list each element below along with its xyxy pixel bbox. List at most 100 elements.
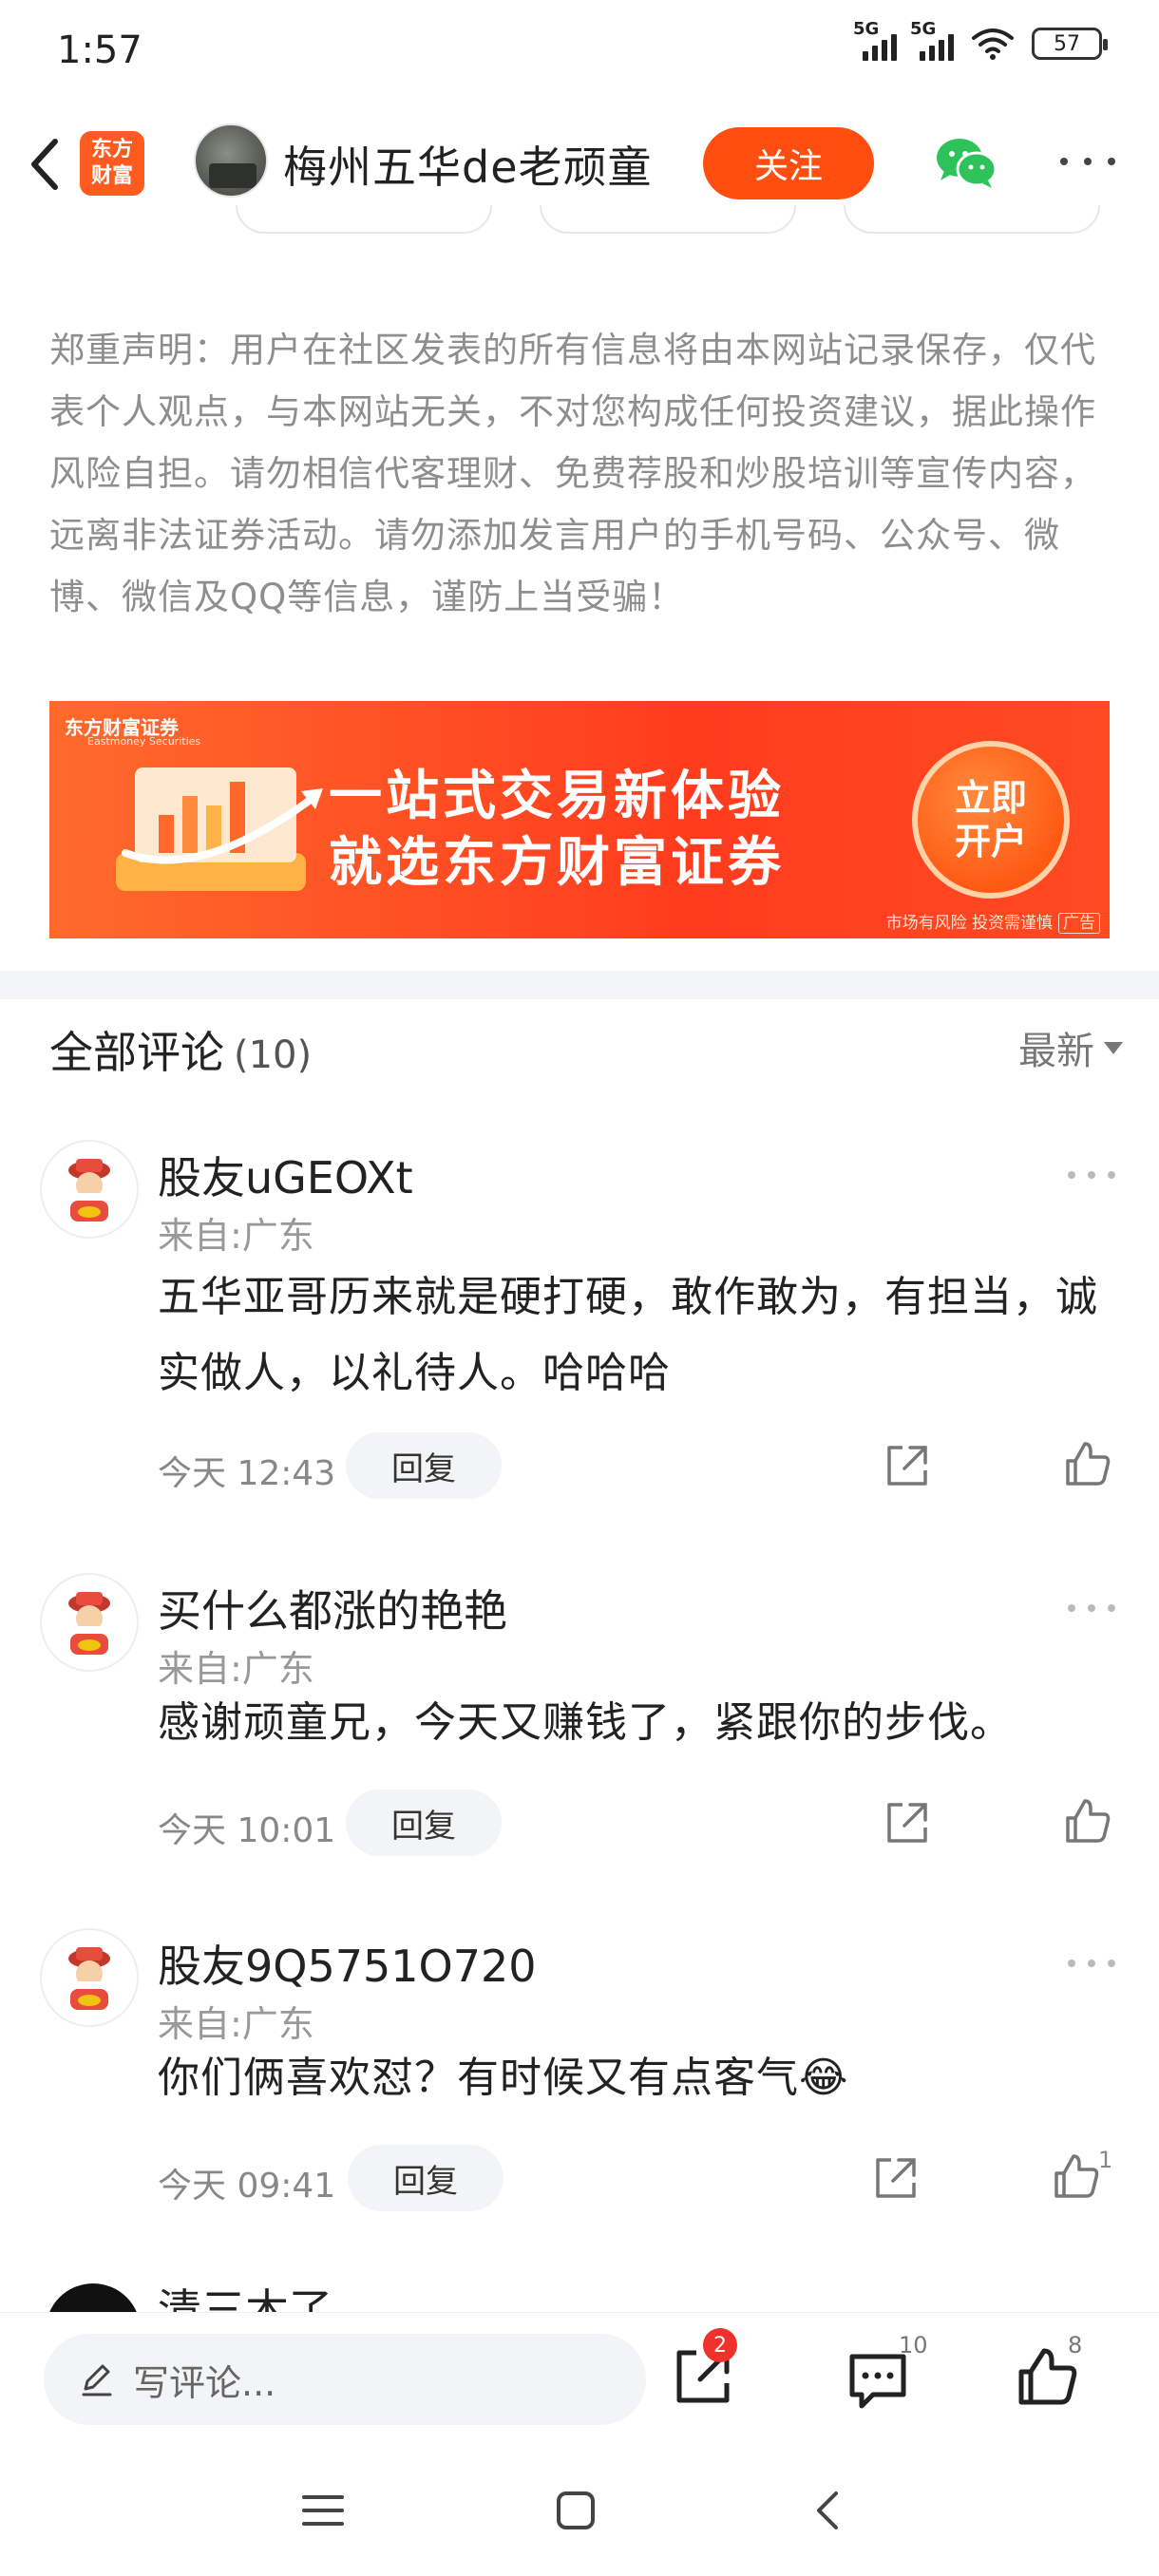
more-dot-icon <box>1060 158 1068 165</box>
status-time: 1:57 <box>57 28 142 72</box>
back-button[interactable] <box>17 131 74 198</box>
ad-risk-text: 市场有风险 投资需谨慎 <box>885 914 1053 933</box>
commenter-avatar[interactable] <box>40 1140 139 1239</box>
reply-button[interactable]: 回复 <box>348 2145 504 2211</box>
comment-more-button[interactable] <box>1068 1168 1115 1182</box>
ad-cta-text-2: 开户 <box>954 821 1027 862</box>
cellular-signal-icon: 5G <box>853 19 897 61</box>
reply-button[interactable]: 回复 <box>346 1432 502 1499</box>
more-options-button[interactable] <box>1054 142 1121 180</box>
write-comment-placeholder: 写评论... <box>133 2361 276 2404</box>
comments-count: (10) <box>234 1033 313 1077</box>
more-dot-icon <box>1088 1604 1095 1612</box>
share-icon[interactable] <box>872 2154 920 2202</box>
more-dot-icon <box>1068 1604 1075 1612</box>
wechat-share-icon[interactable] <box>935 135 998 192</box>
sort-dropdown[interactable]: 最新 <box>1018 1020 1123 1075</box>
ad-headline-2: 就选东方财富证券 <box>329 832 785 894</box>
more-dot-icon <box>1108 1604 1115 1612</box>
section-divider <box>0 971 1159 999</box>
fortune-god-avatar-icon <box>68 1159 110 1222</box>
commenter-name[interactable]: 买什么都涨的艳艳 <box>158 1577 507 1639</box>
comment-count: 10 <box>899 2332 928 2358</box>
chevron-left-icon <box>31 139 58 190</box>
bottom-action-bar: 写评论... 2 10 8 <box>0 2312 1159 2445</box>
ad-risk-notice: 市场有风险 投资需谨慎 广告 <box>885 909 1100 934</box>
network-type-label: 5G <box>910 19 937 39</box>
commenter-avatar[interactable] <box>40 1928 139 2027</box>
author-username[interactable]: 梅州五华de老顽童 <box>283 133 653 196</box>
system-navigation-bar <box>0 2445 1159 2576</box>
logo-text-bottom: 财富 <box>90 164 133 188</box>
comments-button[interactable]: 10 <box>840 2332 928 2417</box>
commenter-name[interactable]: 清三木了 <box>158 2276 332 2314</box>
comment-text: 感谢顽童兄，今天又赚钱了，紧跟你的步伐。 <box>158 1698 1013 1747</box>
battery-level: 57 <box>1054 31 1080 56</box>
more-dot-icon <box>1108 158 1115 165</box>
ad-banner[interactable]: 东方财富证券 Eastmoney Securities 一站式交易新体验 就选东… <box>49 701 1110 938</box>
commenter-avatar[interactable] <box>40 1573 139 1672</box>
ad-chart-illustration <box>116 767 323 891</box>
share-icon[interactable] <box>884 1799 931 1847</box>
comment-item: 买什么都涨的艳艳 来自:广东 感谢顽童兄，今天又赚钱了，紧跟你的步伐。 今天 1… <box>0 1573 1159 1877</box>
fortune-god-avatar-icon <box>68 1947 110 2010</box>
like-count: 8 <box>1068 2332 1083 2358</box>
more-dot-icon <box>1108 1960 1115 1967</box>
comment-item: 股友9Q5751O720 来自:广东 你们俩喜欢怼？有时候又有点客气😂 今天 0… <box>0 1928 1159 2232</box>
more-dot-icon <box>1108 1171 1115 1179</box>
write-comment-input[interactable]: 写评论... <box>44 2334 646 2425</box>
comment-origin: 来自:广东 <box>158 1648 314 1690</box>
comment-more-button[interactable] <box>1068 1957 1115 1970</box>
menu-icon <box>302 2495 344 2526</box>
comment-text: 你们俩喜欢怼？有时候又有点客气😂 <box>158 2054 849 2102</box>
comment-time: 今天 09:41 <box>158 2167 336 2206</box>
reply-button[interactable]: 回复 <box>346 1790 502 1856</box>
comment-item: 股友uGEOXt 来自:广东 五华亚哥历来就是硬打硬，敢作敢为，有担当，诚实做人… <box>0 1136 1159 1525</box>
thumbs-up-icon[interactable] <box>1062 1795 1113 1847</box>
home-square-icon <box>557 2491 595 2529</box>
more-dot-icon <box>1088 1960 1095 1967</box>
sort-label: 最新 <box>1018 1030 1094 1073</box>
share-icon[interactable] <box>884 1442 931 1489</box>
menu-button[interactable] <box>285 2477 361 2544</box>
ad-open-account-button[interactable]: 立即 开户 <box>912 741 1070 899</box>
like-count: 1 <box>1098 2147 1113 2173</box>
thumbs-up-icon[interactable] <box>1051 2150 1102 2202</box>
more-dot-icon <box>1068 1960 1075 1967</box>
logo-text-top: 东方 <box>90 138 133 161</box>
comment-origin: 来自:广东 <box>158 1215 314 1257</box>
commenter-name[interactable]: 股友9Q5751O720 <box>158 1932 537 1995</box>
action-pills-remnant <box>0 205 1159 243</box>
share-badge: 2 <box>703 2328 737 2362</box>
wifi-icon <box>972 28 1014 60</box>
more-dot-icon <box>1084 158 1092 165</box>
status-icons: 5G 5G 57 <box>853 19 1108 61</box>
fortune-god-avatar-icon <box>68 1592 110 1655</box>
eastmoney-logo[interactable]: 东方 财富 <box>80 131 144 196</box>
commenter-name[interactable]: 股友uGEOXt <box>158 1144 413 1206</box>
author-avatar[interactable] <box>194 123 268 198</box>
network-type-label: 5G <box>853 19 880 39</box>
comments-header: 全部评论 (10) 最新 <box>49 1018 1123 1085</box>
more-dot-icon <box>1088 1171 1095 1179</box>
ad-headline-1: 一站式交易新体验 <box>329 766 785 827</box>
thumbs-up-icon[interactable] <box>1062 1438 1113 1489</box>
system-back-button[interactable] <box>790 2477 866 2544</box>
ad-cta-text-1: 立即 <box>954 777 1027 819</box>
comment-more-button[interactable] <box>1068 1601 1115 1615</box>
follow-button[interactable]: 关注 <box>703 127 874 199</box>
battery-icon: 57 <box>1032 28 1108 60</box>
comments-title: 全部评论 (10) <box>49 1018 312 1081</box>
caret-down-icon <box>1104 1041 1123 1054</box>
share-button[interactable]: 2 <box>665 2328 741 2417</box>
comment-time: 今天 10:01 <box>158 1811 336 1850</box>
comments-title-text: 全部评论 <box>49 1027 224 1078</box>
top-navigation: 东方 财富 梅州五华de老顽童 关注 <box>0 114 1159 218</box>
like-button[interactable]: 8 <box>1009 2332 1085 2417</box>
home-button[interactable] <box>538 2477 614 2544</box>
comment-time: 今天 12:43 <box>158 1454 336 1493</box>
more-dot-icon <box>1068 1171 1075 1179</box>
cellular-signal-icon: 5G <box>910 19 954 61</box>
pencil-icon <box>82 2364 112 2396</box>
comment-text: 五华亚哥历来就是硬打硬，敢作敢为，有担当，诚实做人，以礼待人。哈哈哈 <box>158 1273 1098 1397</box>
